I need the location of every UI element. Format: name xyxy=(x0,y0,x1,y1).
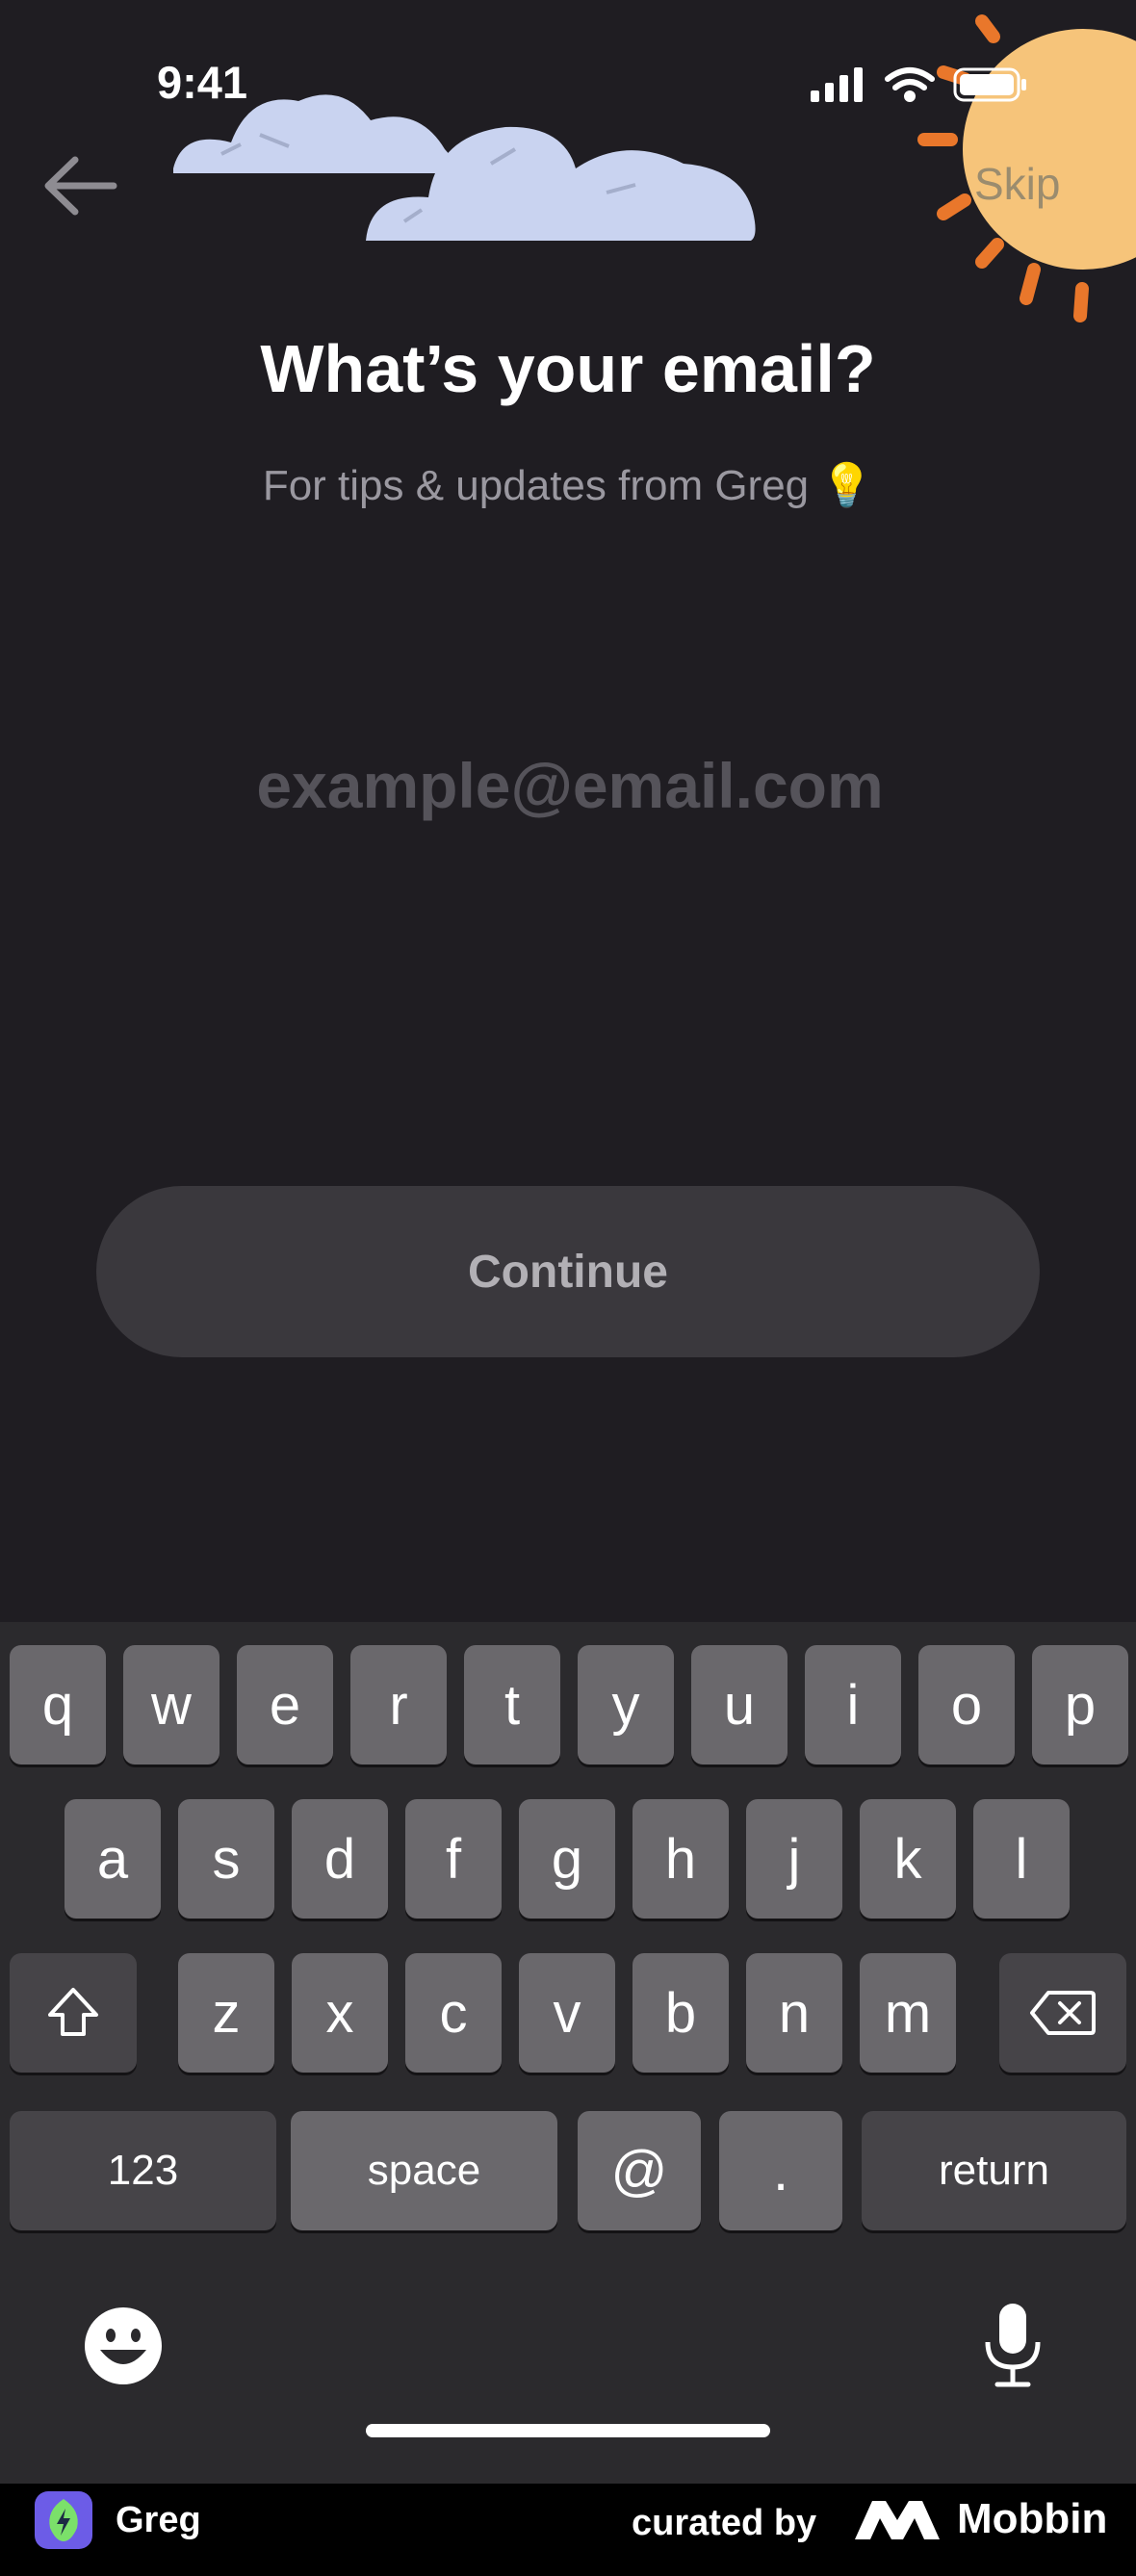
curated-by-label: curated by xyxy=(632,2503,817,2543)
key-y[interactable]: y xyxy=(578,1645,674,1765)
arrow-left-icon xyxy=(44,156,117,216)
signal-icon xyxy=(811,67,863,102)
key-f[interactable]: f xyxy=(405,1799,502,1919)
microphone-icon xyxy=(985,2304,1041,2387)
emoji-button[interactable] xyxy=(83,2306,164,2386)
status-icons xyxy=(811,67,1026,102)
continue-button[interactable]: Continue xyxy=(96,1186,1040,1357)
key-p[interactable]: p xyxy=(1032,1645,1128,1765)
delete-key[interactable] xyxy=(999,1953,1126,2073)
back-button[interactable] xyxy=(40,152,123,219)
home-indicator xyxy=(366,2424,770,2437)
key-e[interactable]: e xyxy=(237,1645,333,1765)
mobbin-logo-icon xyxy=(855,2501,940,2539)
status-time: 9:41 xyxy=(157,57,248,108)
lightbulb-icon: 💡 xyxy=(820,462,874,509)
page-title: What’s your email? xyxy=(260,331,876,406)
dictation-button[interactable] xyxy=(980,2300,1046,2390)
emoji-icon xyxy=(85,2307,162,2384)
return-key[interactable]: return xyxy=(862,2111,1126,2230)
skip-button[interactable]: Skip xyxy=(974,158,1060,210)
shift-icon xyxy=(48,1988,98,2036)
numbers-key[interactable]: 123 xyxy=(10,2111,276,2230)
dot-key[interactable]: . xyxy=(719,2111,842,2230)
key-b[interactable]: b xyxy=(633,1953,729,2073)
key-v[interactable]: v xyxy=(519,1953,615,2073)
key-h[interactable]: h xyxy=(633,1799,729,1919)
key-s[interactable]: s xyxy=(178,1799,274,1919)
at-key[interactable]: @ xyxy=(578,2111,701,2230)
key-m[interactable]: m xyxy=(860,1953,956,2073)
battery-icon xyxy=(953,67,1026,102)
leaf-bolt-icon xyxy=(49,2499,78,2541)
key-n[interactable]: n xyxy=(746,1953,842,2073)
key-w[interactable]: w xyxy=(123,1645,219,1765)
key-o[interactable]: o xyxy=(918,1645,1015,1765)
key-q[interactable]: q xyxy=(10,1645,106,1765)
backspace-icon xyxy=(1030,1991,1096,2035)
mobbin-wordmark: Mobbin xyxy=(957,2495,1108,2542)
key-u[interactable]: u xyxy=(691,1645,787,1765)
email-screen: 9:41 Skip What’s your email? For tips & … xyxy=(0,0,1136,1622)
page-subtitle: For tips & updates from Greg 💡 xyxy=(0,460,1136,510)
key-z[interactable]: z xyxy=(178,1953,274,2073)
key-x[interactable]: x xyxy=(292,1953,388,2073)
wifi-icon xyxy=(885,67,935,102)
key-g[interactable]: g xyxy=(519,1799,615,1919)
key-j[interactable]: j xyxy=(746,1799,842,1919)
key-r[interactable]: r xyxy=(350,1645,447,1765)
clouds-illustration xyxy=(173,94,756,241)
key-k[interactable]: k xyxy=(860,1799,956,1919)
footer-app: Greg xyxy=(35,2491,201,2549)
app-icon xyxy=(35,2491,92,2549)
key-i[interactable]: i xyxy=(805,1645,901,1765)
app-name: Greg xyxy=(116,2499,201,2540)
mobbin-brand: Mobbin xyxy=(853,2495,1107,2543)
key-d[interactable]: d xyxy=(292,1799,388,1919)
space-key[interactable]: space xyxy=(291,2111,557,2230)
email-input[interactable] xyxy=(135,736,1005,835)
key-c[interactable]: c xyxy=(405,1953,502,2073)
shift-key[interactable] xyxy=(10,1953,137,2073)
key-t[interactable]: t xyxy=(464,1645,560,1765)
subtitle-text: For tips & updates from Greg xyxy=(262,462,810,509)
keyboard: qwertyuiop asdfghjkl zxcvbnm 123 space @… xyxy=(0,1622,1136,2484)
key-l[interactable]: l xyxy=(973,1799,1070,1919)
key-a[interactable]: a xyxy=(65,1799,161,1919)
